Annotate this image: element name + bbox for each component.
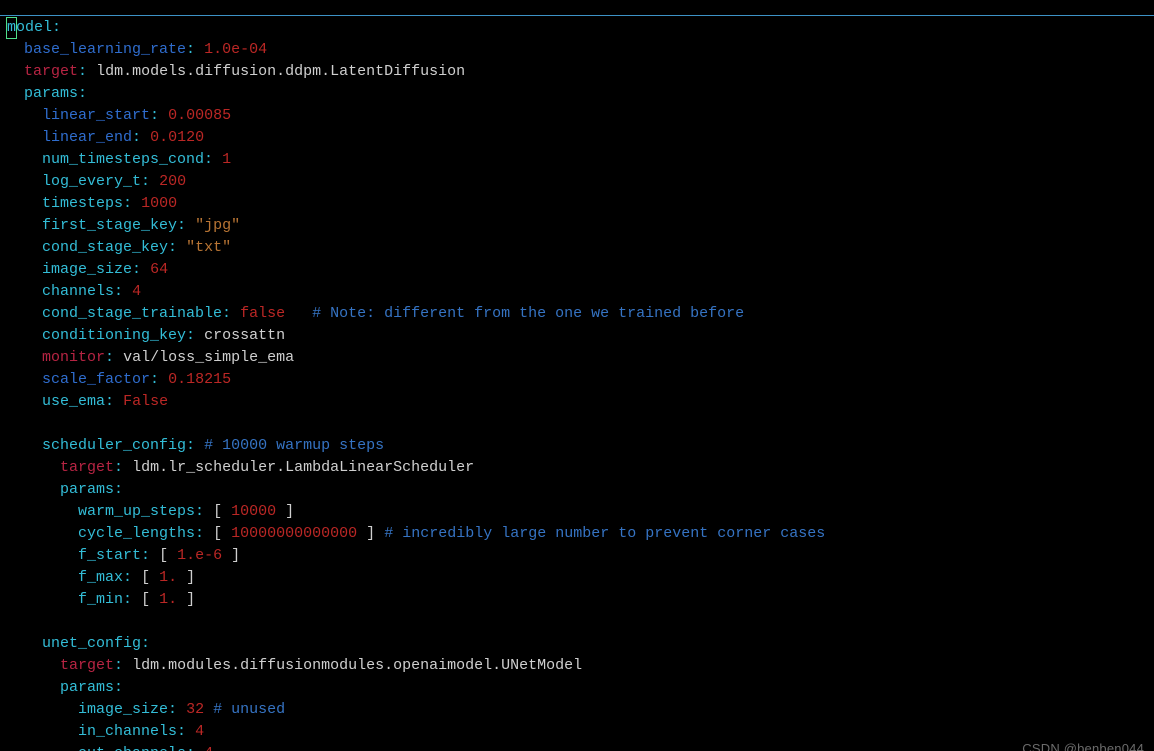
code-line: cond_stage_key: "txt" [6,239,231,256]
yaml-key: linear_end [42,129,132,146]
yaml-key: channels [42,283,114,300]
yaml-key: f_max [78,569,123,586]
yaml-key: warm_up_steps [78,503,195,520]
yaml-value: 0.18215 [168,371,231,388]
yaml-value: ldm.modules.diffusionmodules.openaimodel… [132,657,582,674]
yaml-key: in_channels [78,723,177,740]
yaml-value: 4 [195,723,204,740]
code-line: linear_start: 0.00085 [6,107,231,124]
yaml-key: scheduler_config [42,437,186,454]
yaml-comment: # incredibly large number to prevent cor… [384,525,825,542]
code-line: target: ldm.modules.diffusionmodules.ope… [6,657,582,674]
code-line: out_channels: 4 [6,745,213,751]
yaml-value: 10000 [231,503,276,520]
yaml-value: 1.0e-04 [204,41,267,58]
yaml-key: params [24,85,78,102]
yaml-key: conditioning_key [42,327,186,344]
yaml-value: "txt" [186,239,231,256]
yaml-key: cond_stage_key [42,239,168,256]
yaml-value: 1.e-6 [177,547,222,564]
code-line: unet_config: [6,635,150,652]
yaml-key: target [60,459,114,476]
code-line: log_every_t: 200 [6,173,186,190]
yaml-value: 1 [222,151,231,168]
yaml-key: out_channels [78,745,186,751]
yaml-key: target [24,63,78,80]
code-line: params: [6,481,123,498]
yaml-key: image_size [78,701,168,718]
yaml-value: 1. [159,569,177,586]
code-line: model: [6,19,61,36]
yaml-key: num_timesteps_cond [42,151,204,168]
yaml-comment: # 10000 warmup steps [204,437,384,454]
yaml-key: f_start [78,547,141,564]
code-line: num_timesteps_cond: 1 [6,151,231,168]
code-line: target: ldm.models.diffusion.ddpm.Latent… [6,63,465,80]
yaml-key: params [60,679,114,696]
yaml-comment: # Note: different from the one we traine… [312,305,744,322]
yaml-key: monitor [42,349,105,366]
status-bar-border [0,15,1154,16]
code-line: cond_stage_trainable: false # Note: diff… [6,305,744,322]
yaml-value: 4 [204,745,213,751]
yaml-value: val/loss_simple_ema [123,349,294,366]
code-line: monitor: val/loss_simple_ema [6,349,294,366]
yaml-key: use_ema [42,393,105,410]
code-line: params: [6,85,87,102]
yaml-value: 4 [132,283,141,300]
code-line: image_size: 32 # unused [6,701,285,718]
yaml-key: first_stage_key [42,217,177,234]
code-line: cycle_lengths: [ 10000000000000 ] # incr… [6,525,825,542]
code-line: channels: 4 [6,283,141,300]
code-line: target: ldm.lr_scheduler.LambdaLinearSch… [6,459,474,476]
yaml-value: 64 [150,261,168,278]
yaml-value: 1. [159,591,177,608]
yaml-value: 0.0120 [150,129,204,146]
yaml-key: target [60,657,114,674]
code-line: f_start: [ 1.e-6 ] [6,547,240,564]
code-line: first_stage_key: "jpg" [6,217,240,234]
yaml-value: 1000 [141,195,177,212]
code-line: in_channels: 4 [6,723,204,740]
yaml-value: ldm.models.diffusion.ddpm.LatentDiffusio… [96,63,465,80]
yaml-value: "jpg" [195,217,240,234]
code-editor[interactable]: model: base_learning_rate: 1.0e-04 targe… [0,15,1154,751]
yaml-value: 32 [186,701,204,718]
yaml-key: timesteps [42,195,123,212]
code-line: scale_factor: 0.18215 [6,371,231,388]
yaml-key: params [60,481,114,498]
yaml-key: base_learning_rate [24,41,186,58]
yaml-value: 0.00085 [168,107,231,124]
yaml-key: scale_factor [42,371,150,388]
code-line: use_ema: False [6,393,168,410]
yaml-key: cond_stage_trainable [42,305,222,322]
code-line: f_max: [ 1. ] [6,569,195,586]
yaml-value: False [123,393,168,410]
yaml-key: cycle_lengths [78,525,195,542]
yaml-key: log_every_t [42,173,141,190]
yaml-value: crossattn [204,327,285,344]
code-line: params: [6,679,123,696]
yaml-key: linear_start [42,107,150,124]
yaml-key: unet_config [42,635,141,652]
yaml-key: image_size [42,261,132,278]
code-line: warm_up_steps: [ 10000 ] [6,503,294,520]
yaml-value: 10000000000000 [231,525,357,542]
code-line: conditioning_key: crossattn [6,327,285,344]
code-line: base_learning_rate: 1.0e-04 [6,41,267,58]
watermark-label: CSDN @benben044 [1022,738,1144,751]
yaml-value: false [240,305,285,322]
code-line: scheduler_config: # 10000 warmup steps [6,437,384,454]
code-line: linear_end: 0.0120 [6,129,204,146]
yaml-value: ldm.lr_scheduler.LambdaLinearScheduler [132,459,474,476]
yaml-comment: # unused [213,701,285,718]
code-line: f_min: [ 1. ] [6,591,195,608]
yaml-key: f_min [78,591,123,608]
code-line: timesteps: 1000 [6,195,177,212]
code-line: image_size: 64 [6,261,168,278]
yaml-value: 200 [159,173,186,190]
yaml-key: odel [16,19,52,36]
